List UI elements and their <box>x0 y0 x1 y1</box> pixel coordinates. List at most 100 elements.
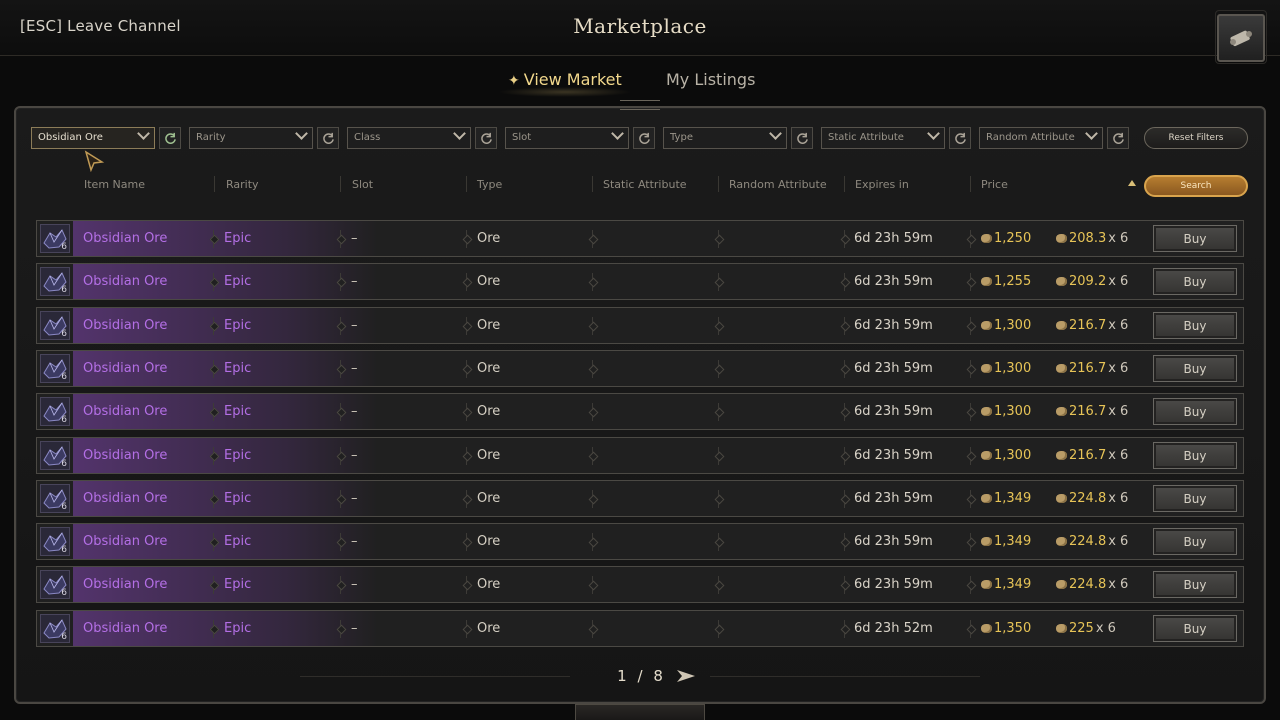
stack-quantity: 6 <box>61 545 67 556</box>
tab-my-listings[interactable]: My Listings <box>666 70 755 89</box>
cell-divider <box>466 403 467 422</box>
buy-button[interactable]: Buy <box>1153 268 1237 296</box>
cell-divider <box>466 446 467 465</box>
quantity-multiplier: x 6 <box>1108 447 1129 463</box>
column-item-name[interactable]: Item Name <box>84 178 145 191</box>
cell-divider <box>213 533 214 552</box>
buy-button[interactable]: Buy <box>1153 571 1237 599</box>
reset-static-attribute-button[interactable] <box>949 127 971 149</box>
chevron-down-icon <box>927 127 940 140</box>
column-random-attribute[interactable]: Random Attribute <box>729 178 827 191</box>
buy-button[interactable]: Buy <box>1153 614 1237 642</box>
random-attribute-filter[interactable]: Random Attribute <box>979 127 1103 149</box>
expires-in: 6d 23h 59m <box>854 360 933 376</box>
search-button[interactable]: Search <box>1144 175 1248 197</box>
rarity-filter[interactable]: Rarity <box>189 127 313 149</box>
item-type: Ore <box>477 447 501 463</box>
table-row[interactable]: 6 Obsidian Ore Epic – Ore 6d 23h 59m 1,3… <box>36 479 1244 517</box>
item-type: Ore <box>477 534 501 550</box>
table-row[interactable]: 6 Obsidian Ore Epic – Ore 6d 23h 59m 1,3… <box>36 306 1244 344</box>
refresh-icon <box>638 132 650 144</box>
cell-divider <box>340 619 341 638</box>
column-type[interactable]: Type <box>477 178 502 191</box>
tab-view-market[interactable]: ✦ View Market <box>498 70 632 97</box>
slot-filter[interactable]: Slot <box>505 127 629 149</box>
column-rarity[interactable]: Rarity <box>226 178 259 191</box>
item-rarity: Epic <box>224 317 252 333</box>
table-row[interactable]: 6 Obsidian Ore Epic – Ore 6d 23h 59m 1,3… <box>36 523 1244 561</box>
next-page-arrow-icon[interactable] <box>676 669 696 683</box>
obsidian-ore-icon: 6 <box>40 527 70 557</box>
obsidian-ore-icon: 6 <box>40 440 70 470</box>
table-row[interactable]: 6 Obsidian Ore Epic – Ore 6d 23h 59m 1,2… <box>36 263 1244 301</box>
expires-in: 6d 23h 59m <box>854 534 933 550</box>
reset-class-button[interactable] <box>475 127 497 149</box>
buy-button[interactable]: Buy <box>1153 354 1237 382</box>
cell-divider <box>592 619 593 638</box>
column-slot[interactable]: Slot <box>352 178 373 191</box>
table-row[interactable]: 6 Obsidian Ore Epic – Ore 6d 23h 59m 1,3… <box>36 393 1244 431</box>
stack-quantity: 6 <box>61 415 67 426</box>
gold-coin-icon <box>981 277 992 287</box>
reset-filters-button[interactable]: Reset Filters <box>1144 127 1248 149</box>
table-row[interactable]: 6 Obsidian Ore Epic – Ore 6d 23h 52m 1,3… <box>36 609 1244 647</box>
buy-button[interactable]: Buy <box>1153 441 1237 469</box>
buy-button[interactable]: Buy <box>1153 225 1237 252</box>
cell-divider <box>592 316 593 335</box>
buy-button[interactable]: Buy <box>1153 484 1237 512</box>
column-price[interactable]: Price <box>981 178 1008 191</box>
total-price: 1,349 <box>981 491 1031 506</box>
class-filter[interactable]: Class <box>347 127 471 149</box>
total-price: 1,300 <box>981 318 1031 333</box>
item-rarity: Epic <box>224 447 252 463</box>
cell-divider <box>340 403 341 422</box>
cell-divider <box>340 230 341 248</box>
reset-type-button[interactable] <box>791 127 813 149</box>
item-type: Ore <box>477 317 501 333</box>
reset-random-attribute-button[interactable] <box>1107 127 1129 149</box>
reset-item-name-button[interactable] <box>159 127 181 149</box>
cell-divider <box>213 403 214 422</box>
buy-button[interactable]: Buy <box>1153 398 1237 426</box>
expires-in: 6d 23h 59m <box>854 490 933 506</box>
column-static-attribute[interactable]: Static Attribute <box>603 178 687 191</box>
item-slot: – <box>351 577 358 593</box>
item-name: Obsidian Ore <box>83 317 168 333</box>
cell-divider <box>340 576 341 595</box>
unit-price: 209.2 x 6 <box>1056 274 1128 289</box>
gold-coin-icon <box>1056 450 1067 460</box>
cell-divider <box>592 576 593 595</box>
unit-price: 224.8 x 6 <box>1056 491 1128 506</box>
buy-button[interactable]: Buy <box>1153 528 1237 556</box>
table-row[interactable]: 6 Obsidian Ore Epic – Ore 6d 23h 59m 1,3… <box>36 349 1244 387</box>
panel-ornament-bottom <box>575 704 705 720</box>
type-filter[interactable]: Type <box>663 127 787 149</box>
table-row[interactable]: 6 Obsidian Ore Epic – Ore 6d 23h 59m 1,3… <box>36 566 1244 604</box>
cell-divider <box>466 533 467 552</box>
buy-button[interactable]: Buy <box>1153 311 1237 339</box>
unit-price-value: 225 <box>1069 620 1094 636</box>
unit-price: 216.7 x 6 <box>1056 318 1128 333</box>
table-row[interactable]: 6 Obsidian Ore Epic – Ore 6d 23h 59m 1,2… <box>36 220 1244 257</box>
table-row[interactable]: 6 Obsidian Ore Epic – Ore 6d 23h 59m 1,3… <box>36 436 1244 474</box>
gold-coin-icon <box>1056 493 1067 503</box>
stack-quantity: 6 <box>61 285 67 296</box>
reset-slot-button[interactable] <box>633 127 655 149</box>
price-value: 1,255 <box>994 274 1032 290</box>
gold-coin-icon <box>1056 363 1067 373</box>
item-name-filter[interactable]: Obsidian Ore <box>31 127 155 149</box>
map-button[interactable] <box>1215 10 1267 64</box>
total-price: 1,250 <box>981 231 1031 246</box>
item-slot: – <box>351 620 358 636</box>
unit-price-value: 209.2 <box>1069 274 1107 290</box>
price-value: 1,350 <box>994 620 1032 636</box>
item-rarity: Epic <box>224 274 252 290</box>
static-attribute-filter[interactable]: Static Attribute <box>821 127 945 149</box>
cell-divider <box>844 273 845 292</box>
unit-price-value: 224.8 <box>1069 534 1107 550</box>
total-price: 1,349 <box>981 534 1031 549</box>
column-expires-in[interactable]: Expires in <box>855 178 909 191</box>
cell-divider <box>340 533 341 552</box>
reset-rarity-button[interactable] <box>317 127 339 149</box>
quantity-multiplier: x 6 <box>1108 274 1129 290</box>
